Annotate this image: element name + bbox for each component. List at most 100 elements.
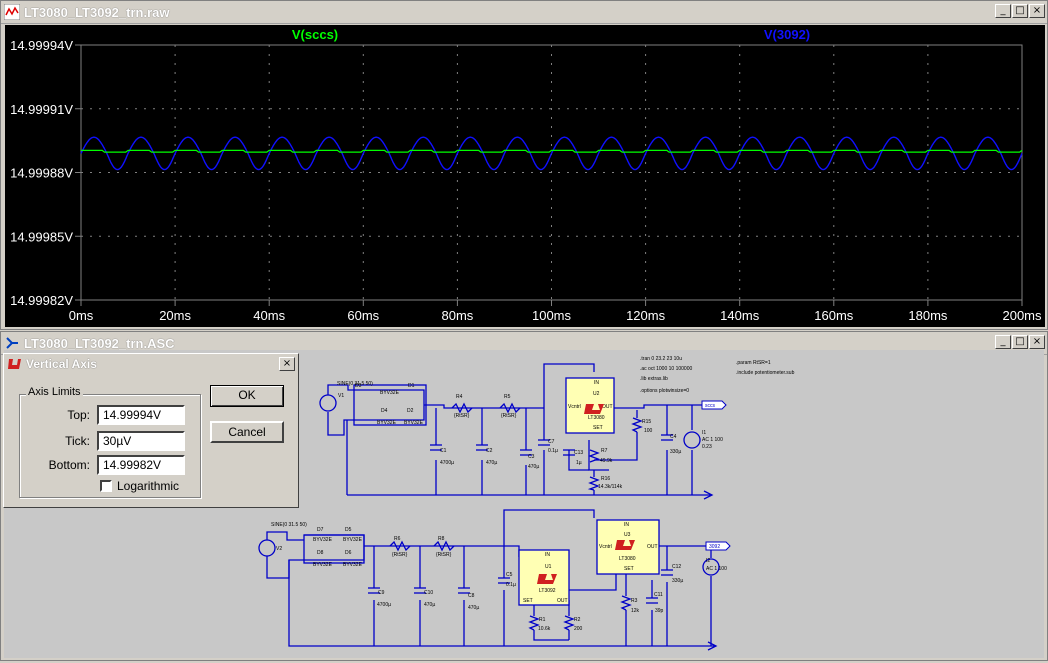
maximize-button[interactable]: □ bbox=[1012, 4, 1028, 18]
c12-label: C12 bbox=[672, 564, 681, 570]
r7-value: 49.9k bbox=[600, 458, 613, 464]
r2-value: 200 bbox=[574, 626, 583, 632]
c10-label: C10 bbox=[424, 590, 433, 596]
r15-label: R15 bbox=[642, 419, 651, 425]
c3-value: 470µ bbox=[528, 464, 539, 470]
r8-value: {RtSR} bbox=[436, 552, 452, 558]
v1-name: V1 bbox=[338, 393, 344, 399]
close-button[interactable]: × bbox=[1029, 335, 1045, 349]
u1-part: LT3092 bbox=[539, 588, 556, 594]
u3-out: OUT bbox=[647, 544, 658, 550]
top-label: Top: bbox=[67, 408, 90, 422]
d2-value: BYV32E bbox=[404, 420, 424, 426]
minimize-button[interactable]: _ bbox=[995, 335, 1011, 349]
x-tick-label: 60ms bbox=[347, 308, 379, 323]
c8-label: C8 bbox=[468, 593, 475, 599]
c5-label: C5 bbox=[506, 572, 513, 578]
r5-value: {RtSR} bbox=[501, 413, 517, 419]
c11-label: C11 bbox=[654, 592, 663, 598]
close-button[interactable]: × bbox=[1029, 4, 1045, 18]
y-tick-label: 14.99991V bbox=[10, 102, 73, 117]
c2-value: 470µ bbox=[486, 460, 497, 466]
bottom-input[interactable] bbox=[97, 455, 185, 475]
legend-sccs[interactable]: V(sccs) bbox=[292, 27, 338, 42]
x-tick-label: 100ms bbox=[532, 308, 572, 323]
directive-param: .param RtSR=1 bbox=[736, 360, 771, 366]
d7-label: D7 bbox=[317, 527, 324, 533]
u1-label: U1 bbox=[545, 564, 552, 570]
c11-value: 39p bbox=[655, 608, 664, 614]
u1-in: IN bbox=[545, 552, 550, 558]
x-tick-label: 140ms bbox=[720, 308, 760, 323]
maximize-button[interactable]: □ bbox=[1012, 335, 1028, 349]
d5-label: D5 bbox=[345, 527, 352, 533]
r2-label: R2 bbox=[574, 617, 581, 623]
d3-label: D3 bbox=[355, 383, 362, 389]
u3-part: LT3080 bbox=[619, 556, 636, 562]
r4-label: R4 bbox=[456, 394, 463, 400]
d2-label: D2 bbox=[407, 408, 414, 414]
r1-value: 10.6k bbox=[538, 626, 551, 632]
r8-label: R8 bbox=[438, 536, 445, 542]
waveform-titlebar[interactable]: LT3080_LT3092_trn.raw _ □ × bbox=[1, 1, 1047, 24]
logarithmic-checkbox[interactable] bbox=[100, 480, 112, 492]
waveform-plot[interactable]: 14.99994V 14.99991V 14.99988V 14.99985V 14.9… bbox=[5, 25, 1045, 327]
tick-label: Tick: bbox=[65, 434, 90, 448]
d5-value: BYV32E bbox=[343, 537, 363, 543]
legend-3092[interactable]: V(3092) bbox=[764, 27, 810, 42]
i2-label: I2 bbox=[706, 558, 710, 564]
minimize-button[interactable]: _ bbox=[995, 4, 1011, 18]
plot-area[interactable]: 14.99994V 14.99991V 14.99988V 14.99985V 14.9… bbox=[5, 25, 1045, 327]
dialog-title: Vertical Axis bbox=[26, 357, 97, 371]
x-tick-label: 200ms bbox=[1002, 308, 1042, 323]
i1-value2: 0.23 bbox=[702, 444, 712, 450]
r3-label: R3 bbox=[631, 598, 638, 604]
y-tick-label: 14.99994V bbox=[10, 38, 73, 53]
c4-label: C4 bbox=[670, 434, 677, 440]
ok-button[interactable]: OK bbox=[210, 385, 284, 407]
c13-label: C13 bbox=[574, 450, 583, 456]
r4-value: {RtSR} bbox=[454, 413, 470, 419]
d6-label: D6 bbox=[345, 550, 352, 556]
x-tick-label: 180ms bbox=[908, 308, 948, 323]
dialog-titlebar[interactable]: Vertical Axis × bbox=[4, 354, 298, 374]
r6-label: R6 bbox=[394, 536, 401, 542]
d4-label: D4 bbox=[381, 408, 388, 414]
dialog-close-button[interactable]: × bbox=[279, 357, 295, 371]
c2-label: C2 bbox=[486, 448, 493, 454]
i1-value: AC 1 100 bbox=[702, 437, 723, 443]
x-tick-label: 40ms bbox=[253, 308, 285, 323]
u2-vcntrl: Vcntrl bbox=[568, 404, 581, 410]
c1-value: 4700µ bbox=[440, 460, 454, 466]
c3-label: C3 bbox=[528, 454, 535, 460]
y-tick-label: 14.99985V bbox=[10, 229, 73, 244]
waveform-window: LT3080_LT3092_trn.raw _ □ × 14.99994V 14.… bbox=[0, 0, 1048, 330]
waveform-app-icon bbox=[4, 4, 20, 20]
cancel-button[interactable]: Cancel bbox=[210, 421, 284, 443]
i2-value: AC 1 100 bbox=[706, 566, 727, 572]
r15-value: 100 bbox=[644, 428, 653, 434]
tick-input[interactable] bbox=[97, 431, 185, 451]
d7-value: BYV32E bbox=[313, 537, 333, 543]
c7-value: 0.1µ bbox=[548, 448, 558, 454]
directive-ac: .ac oct 1000 10 100000 bbox=[640, 366, 692, 372]
r3-value: 12k bbox=[631, 608, 640, 614]
x-tick-label: 80ms bbox=[442, 308, 474, 323]
c8-value: 470µ bbox=[468, 605, 479, 611]
top-input[interactable] bbox=[97, 405, 185, 425]
axis-limits-label: Axis Limits bbox=[26, 386, 83, 398]
u2-set: SET bbox=[593, 425, 603, 431]
c1-label: C1 bbox=[440, 448, 447, 454]
d8-label: D8 bbox=[317, 550, 324, 556]
logarithmic-label: Logarithmic bbox=[117, 479, 180, 493]
bottom-label: Bottom: bbox=[48, 458, 90, 472]
series-3092-line bbox=[80, 136, 1023, 171]
directive-include: .include potentiometer.sub bbox=[736, 370, 795, 376]
y-tick-label: 14.99988V bbox=[10, 166, 73, 181]
d1-label: D1 bbox=[408, 383, 415, 389]
u3-set: SET bbox=[624, 566, 634, 572]
directive-lib: .lib extras.lib bbox=[640, 376, 668, 382]
c5-value: 0.1µ bbox=[506, 582, 516, 588]
u3-label: U3 bbox=[624, 532, 631, 538]
c9-value: 4700µ bbox=[377, 602, 391, 608]
